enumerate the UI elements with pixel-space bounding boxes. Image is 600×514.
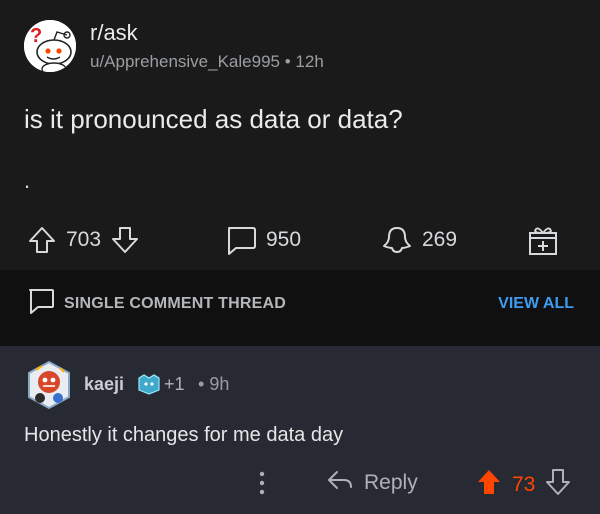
gift-icon <box>526 223 560 257</box>
downvote-icon[interactable] <box>109 224 141 256</box>
snoo-avatar[interactable]: ? <box>24 20 76 72</box>
subreddit-name[interactable]: r/ask <box>90 20 138 46</box>
comment-body: Honestly it changes for me data day <box>24 424 344 446</box>
comment-author[interactable]: kaeji <box>84 374 124 395</box>
comment-award-count: +1 <box>164 374 185 394</box>
view-all-link[interactable]: VIEW ALL <box>498 295 574 313</box>
single-thread-label-group: SINGLE COMMENT THREAD <box>26 286 286 321</box>
post-score: 703 <box>66 228 102 251</box>
post-card: ? r/ask u/Apprehensive_Kale995 • 12h is … <box>0 0 600 270</box>
single-thread-bar: SINGLE COMMENT THREAD VIEW ALL <box>0 270 600 346</box>
more-icon[interactable] <box>254 468 270 503</box>
comment-vote-group: 73 <box>476 468 571 501</box>
thread-label: SINGLE COMMENT THREAD <box>64 294 286 312</box>
reply-button[interactable]: Reply <box>326 468 418 497</box>
upvote-icon[interactable] <box>476 468 502 501</box>
comment-age-group: • 9h <box>198 374 229 395</box>
comment: kaeji +1 • 9h Honestly it changes for me… <box>0 346 600 514</box>
comment-score: 73 <box>512 472 536 496</box>
comments-button[interactable]: 950 <box>224 218 309 262</box>
comment-actions: Reply 73 <box>0 462 600 502</box>
user-avatar[interactable] <box>24 360 74 410</box>
share-button[interactable]: 269 <box>380 218 465 262</box>
post-title[interactable]: is it pronounced as data or data? <box>24 104 403 135</box>
reply-label: Reply <box>364 470 418 494</box>
award-count: 269 <box>422 228 458 251</box>
gift-button[interactable] <box>526 218 560 262</box>
share-icon <box>380 224 414 256</box>
downvote-icon[interactable] <box>545 468 571 501</box>
comment-icon <box>224 224 258 256</box>
comment-age: 9h <box>209 374 230 394</box>
thread-comment-icon <box>26 286 56 321</box>
post-actions: 703 950 269 <box>0 218 600 262</box>
svg-text:?: ? <box>30 25 42 47</box>
post-body: . <box>24 168 31 193</box>
comment-separator: • <box>198 374 205 394</box>
award-icon[interactable] <box>136 372 162 401</box>
post-author[interactable]: u/Apprehensive_Kale995 <box>90 52 280 71</box>
post-meta: u/Apprehensive_Kale995 • 12h <box>90 52 324 72</box>
reply-icon <box>326 468 354 497</box>
vote-group: 703 <box>26 218 141 262</box>
post-age: 12h <box>295 52 324 71</box>
meta-separator: • <box>284 52 291 71</box>
upvote-icon[interactable] <box>26 224 58 256</box>
comment-count: 950 <box>266 228 302 251</box>
